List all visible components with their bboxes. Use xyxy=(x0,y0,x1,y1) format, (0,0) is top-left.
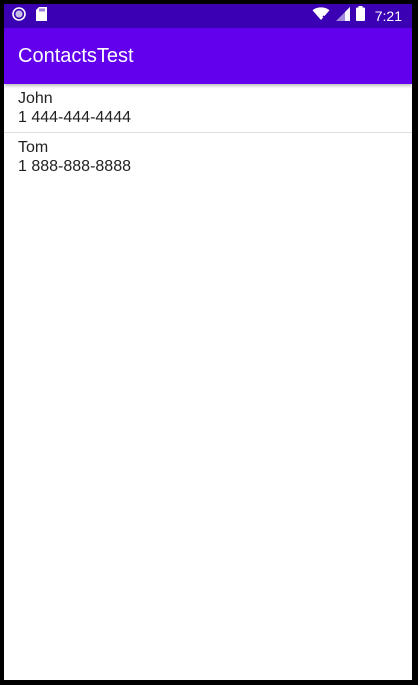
screen: 7:21 ContactsTest John 1 444-444-4444 To… xyxy=(4,4,412,680)
contact-name: John xyxy=(18,90,53,107)
status-time: 7:21 xyxy=(374,8,402,24)
status-left-icons xyxy=(12,6,47,26)
app-bar: ContactsTest xyxy=(4,28,412,84)
device-frame: 7:21 ContactsTest John 1 444-444-4444 To… xyxy=(0,0,418,685)
battery-icon xyxy=(355,6,365,26)
status-right-icons: 7:21 xyxy=(312,4,402,28)
contact-phone: 1 444-444-4444 xyxy=(18,109,131,126)
contact-name: Tom xyxy=(18,139,49,156)
status-bar: 7:21 xyxy=(4,4,412,28)
radio-notification-icon xyxy=(12,6,26,26)
sd-card-icon xyxy=(36,6,47,26)
app-title: ContactsTest xyxy=(18,45,134,67)
wifi-icon xyxy=(312,6,330,26)
list-item[interactable]: Tom 1 888-888-8888 xyxy=(4,133,412,182)
contact-phone: 1 888-888-8888 xyxy=(18,158,131,175)
contact-list[interactable]: John 1 444-444-4444 Tom 1 888-888-8888 xyxy=(4,84,412,182)
list-item[interactable]: John 1 444-444-4444 xyxy=(4,84,412,133)
signal-no-data-icon xyxy=(335,6,350,26)
